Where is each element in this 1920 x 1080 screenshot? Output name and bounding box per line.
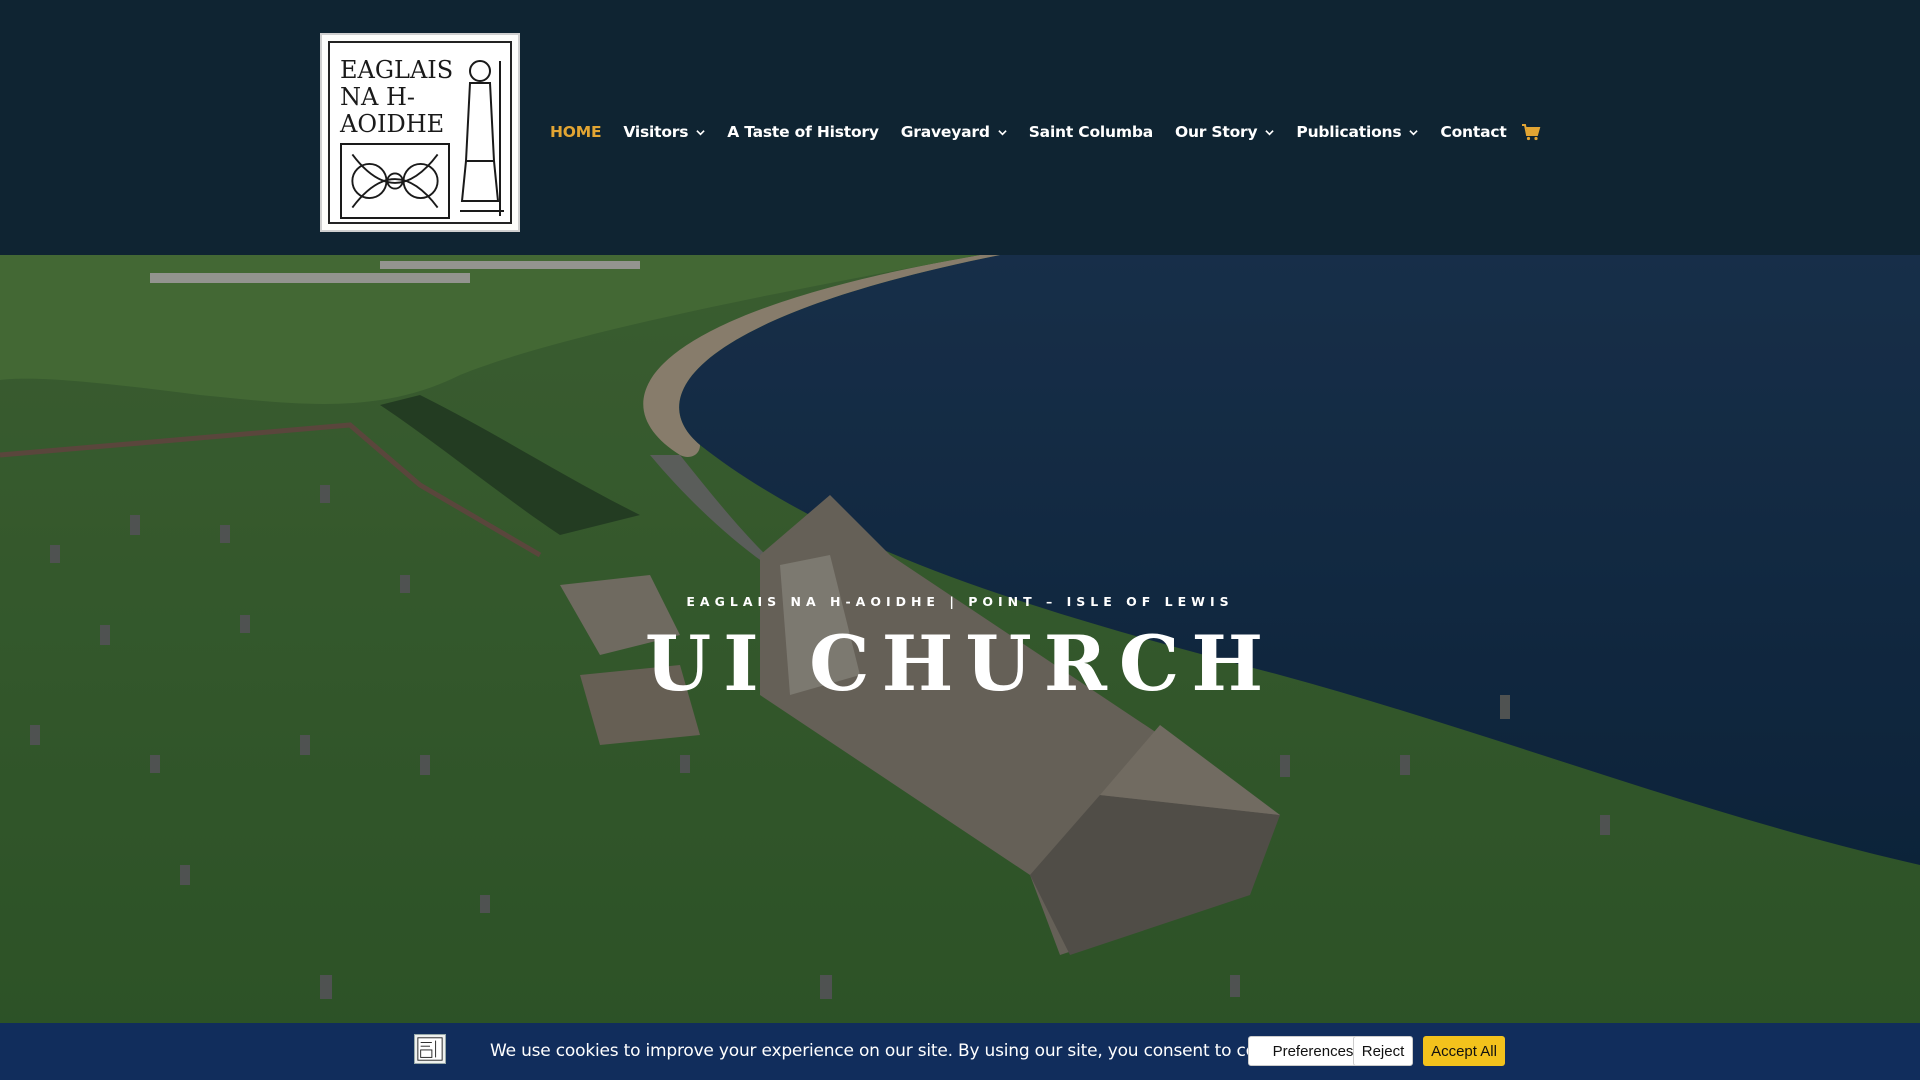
logo-line-2: NA H-	[340, 83, 415, 111]
nav-home-label: HOME	[550, 123, 602, 141]
logo-line-3: AOIDHE	[340, 110, 445, 138]
chevron-down-icon	[1265, 129, 1275, 135]
cookie-accept-all-button[interactable]: Accept All	[1423, 1036, 1505, 1066]
main-nav: HOME Visitors A Taste of History Graveya…	[550, 120, 1541, 144]
nav-our-story[interactable]: Our Story	[1174, 123, 1275, 141]
nav-visitors-label: Visitors	[623, 123, 689, 141]
cookie-message: We use cookies to improve your experienc…	[490, 1041, 1305, 1061]
nav-graveyard-label: Graveyard	[900, 123, 990, 141]
chevron-down-icon	[998, 129, 1007, 135]
logo-text: EAGLAIS NA H- AOIDHE	[340, 56, 454, 138]
site-header: EAGLAIS NA H- AOIDHE HOME Visitors A Tas…	[0, 0, 1920, 255]
chevron-down-icon	[1409, 129, 1419, 135]
site-logo-thumbnail-icon	[414, 1034, 446, 1064]
cookie-consent-bar: We use cookies to improve your experienc…	[0, 1023, 1920, 1080]
hero-section: EAGLAIS NA H-AOIDHE | POINT – ISLE OF LE…	[0, 255, 1920, 1080]
nav-taste-of-history[interactable]: A Taste of History	[727, 123, 879, 141]
nav-publications-label: Publications	[1296, 123, 1402, 141]
nav-graveyard[interactable]: Graveyard	[901, 123, 1007, 141]
nav-taste-label: A Taste of History	[727, 123, 879, 141]
nav-home[interactable]: HOME	[550, 123, 602, 141]
nav-contact-label: Contact	[1440, 123, 1507, 141]
nav-columba-label: Saint Columba	[1028, 123, 1153, 141]
hero-subtitle: EAGLAIS NA H-AOIDHE | POINT – ISLE OF LE…	[686, 594, 1234, 609]
nav-publications[interactable]: Publications	[1296, 123, 1419, 141]
saint-figure-icon	[460, 60, 504, 216]
cookie-reject-button[interactable]: Reject	[1353, 1036, 1413, 1066]
nav-contact[interactable]: Contact	[1440, 123, 1506, 141]
site-logo[interactable]: EAGLAIS NA H- AOIDHE	[320, 33, 520, 232]
hero-title: UI CHURCH	[644, 619, 1276, 708]
logo-line-1: EAGLAIS	[340, 56, 454, 84]
nav-our-story-label: Our Story	[1174, 123, 1258, 141]
celtic-knot-icon	[340, 143, 450, 219]
nav-saint-columba[interactable]: Saint Columba	[1029, 123, 1153, 141]
nav-visitors[interactable]: Visitors	[623, 123, 705, 141]
logo-frame: EAGLAIS NA H- AOIDHE	[328, 41, 512, 224]
chevron-down-icon	[696, 129, 705, 135]
shopping-cart-icon[interactable]	[1521, 123, 1541, 141]
